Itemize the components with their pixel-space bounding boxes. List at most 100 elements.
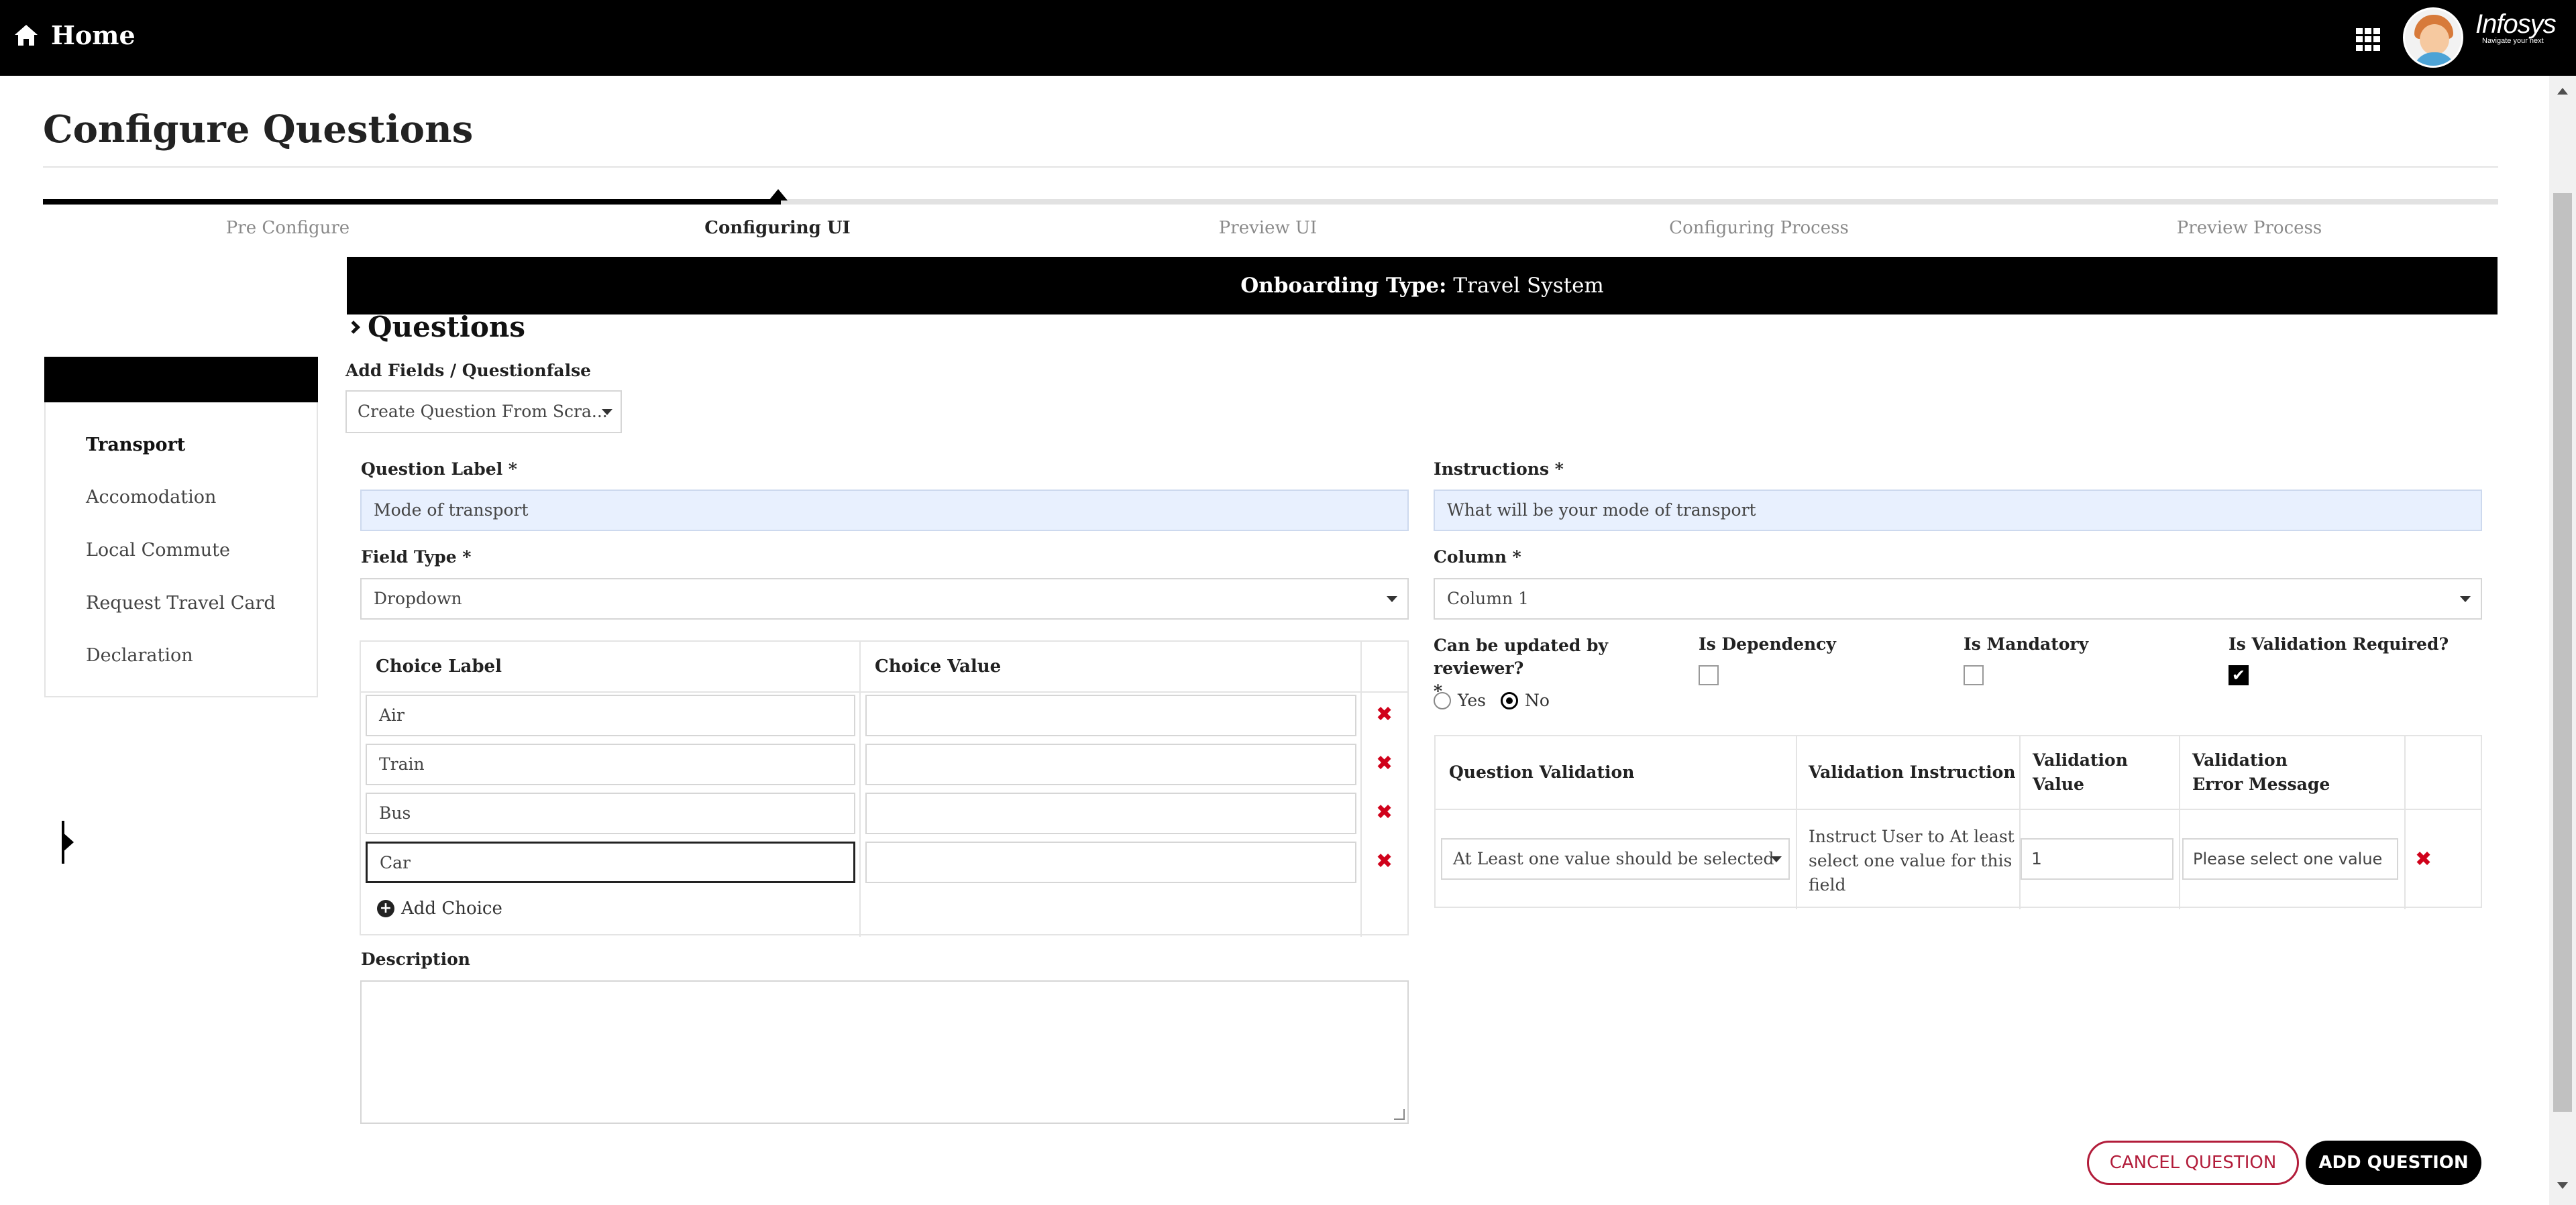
brand-logo: Infosys Navigate your next [2475, 9, 2557, 45]
field-type-text: Field Type [361, 547, 457, 567]
delete-choice-icon[interactable]: ✖ [1376, 752, 1393, 775]
column-divider [1796, 736, 1797, 909]
stepper-pointer-icon [769, 189, 788, 200]
top-bar: Home Infosys Navigate your next [0, 0, 2576, 76]
field-type-label: Field Type * [361, 547, 471, 567]
step-preview-process[interactable]: Preview Process [2082, 218, 2417, 238]
validation-error-message-input[interactable]: Please select one value [2182, 838, 2398, 880]
page-scrollbar[interactable] [2549, 76, 2576, 1205]
column-divider [2404, 736, 2406, 909]
scroll-thumb[interactable] [2553, 193, 2572, 1112]
home-icon [15, 24, 38, 46]
delete-choice-icon[interactable]: ✖ [1376, 801, 1393, 824]
sidenav-item-transport[interactable]: Transport [86, 435, 185, 455]
resize-handle-icon[interactable] [1394, 1109, 1405, 1120]
choice-label-input[interactable]: Car [366, 842, 855, 883]
column-label: Column * [1434, 547, 1521, 567]
title-divider [43, 166, 2498, 168]
is-validation-required-label: Is Validation Required? [2229, 634, 2449, 654]
caret-down-icon [1771, 856, 1782, 862]
is-dependency-checkbox[interactable] [1699, 665, 1719, 685]
sidenav-item-local-commute[interactable]: Local Commute [86, 540, 230, 561]
choices-table: Choice Label Choice Value [360, 640, 1409, 937]
required-mark: * [508, 459, 517, 479]
column-text: Column [1434, 547, 1507, 567]
instructions-input[interactable]: What will be your mode of transport [1434, 490, 2482, 531]
description-textarea[interactable] [360, 980, 1409, 1124]
validation-instruction-header: Validation Instruction [1809, 762, 2016, 782]
question-validation-header: Question Validation [1449, 762, 1635, 782]
step-configuring-process[interactable]: Configuring Process [1591, 218, 1927, 238]
page-title: Configure Questions [43, 107, 474, 152]
required-mark: * [462, 547, 472, 567]
radio-no[interactable] [1500, 691, 1518, 709]
delete-validation-icon[interactable]: ✖ [2415, 848, 2432, 871]
home-label: Home [51, 20, 136, 50]
question-label-input[interactable]: Mode of transport [360, 490, 1409, 531]
choice-value-input[interactable] [865, 744, 1356, 785]
choice-label-input[interactable]: Train [366, 744, 855, 785]
brand-name: Infosys [2475, 9, 2557, 39]
validation-value-input[interactable]: 1 [2021, 838, 2174, 880]
plus-circle-icon: + [377, 900, 394, 917]
section-title: Questions [368, 310, 526, 343]
caret-down-icon [1387, 596, 1397, 602]
onboarding-type-value: Travel System [1453, 274, 1604, 298]
validation-value-header: Validation Value [2033, 750, 2128, 794]
apps-grid-icon[interactable] [2356, 28, 2383, 51]
column-divider [2179, 736, 2180, 909]
is-validation-required-checkbox[interactable]: ✔ [2229, 665, 2249, 685]
column-divider [1360, 642, 1362, 937]
step-pre-configure[interactable]: Pre Configure [120, 218, 455, 238]
question-validation-value: At Least one value should be selected [1453, 849, 1774, 868]
column-select[interactable]: Column 1 [1434, 578, 2482, 620]
instructions-text: Instructions [1434, 459, 1550, 479]
column-value: Column 1 [1447, 589, 1529, 608]
is-dependency-label: Is Dependency [1699, 634, 1836, 654]
choice-label-input[interactable]: Air [366, 695, 855, 736]
step-configuring-ui[interactable]: Configuring UI [610, 218, 945, 238]
scroll-up-arrow-icon[interactable] [2557, 88, 2568, 95]
add-fields-label: Add Fields / Questionfalse [345, 361, 592, 380]
scroll-down-arrow-icon[interactable] [2557, 1182, 2568, 1189]
updated-by-reviewer-text: Can be updated by reviewer? [1434, 636, 1609, 678]
add-fields-select[interactable]: Create Question From Scra... [345, 390, 622, 433]
sidenav-item-declaration[interactable]: Declaration [86, 645, 193, 666]
step-preview-ui[interactable]: Preview UI [1100, 218, 1436, 238]
validation-table: Question Validation Validation Instructi… [1434, 735, 2482, 909]
choice-label-input[interactable]: Bus [366, 793, 855, 834]
stepper-progress [43, 199, 781, 205]
radio-yes[interactable] [1434, 691, 1451, 709]
avatar[interactable] [2403, 7, 2463, 68]
cancel-question-button[interactable]: CANCEL QUESTION [2087, 1141, 2299, 1185]
instructions-label: Instructions * [1434, 459, 1564, 479]
choice-value-input[interactable] [865, 695, 1356, 736]
add-choice-label: Add Choice [401, 899, 502, 919]
add-question-button[interactable]: ADD QUESTION [2306, 1141, 2481, 1185]
choice-value-input[interactable] [865, 793, 1356, 834]
column-divider [859, 642, 861, 937]
reviewer-radio-group: Yes No [1434, 691, 1550, 710]
home-link[interactable]: Home [15, 20, 136, 50]
add-choice-button[interactable]: + Add Choice [377, 899, 502, 919]
active-arrow-icon [62, 831, 74, 853]
caret-down-icon [2460, 596, 2471, 602]
delete-choice-icon[interactable]: ✖ [1376, 703, 1393, 726]
is-mandatory-checkbox[interactable] [1964, 665, 1984, 685]
choice-label-header: Choice Label [376, 656, 502, 677]
question-label-label: Question Label * [361, 459, 517, 479]
choice-value-input[interactable] [865, 842, 1356, 883]
sidenav-item-accomodation[interactable]: Accomodation [86, 487, 216, 508]
radio-yes-label: Yes [1458, 691, 1486, 710]
required-mark: * [1512, 547, 1521, 567]
questions-section-toggle[interactable]: Questions [347, 310, 526, 343]
caret-down-icon [602, 409, 612, 415]
sidenav-item-request-travel-card[interactable]: Request Travel Card [86, 593, 276, 614]
field-type-select[interactable]: Dropdown [360, 578, 1409, 620]
question-validation-select[interactable]: At Least one value should be selected [1441, 838, 1790, 880]
is-mandatory-label: Is Mandatory [1964, 634, 2089, 654]
validation-instruction-text: Instruct User to At least select one val… [1809, 827, 2015, 895]
choice-value-header: Choice Value [875, 656, 1002, 677]
onboarding-type-prefix: Onboarding Type: [1240, 274, 1447, 298]
delete-choice-icon[interactable]: ✖ [1376, 850, 1393, 873]
